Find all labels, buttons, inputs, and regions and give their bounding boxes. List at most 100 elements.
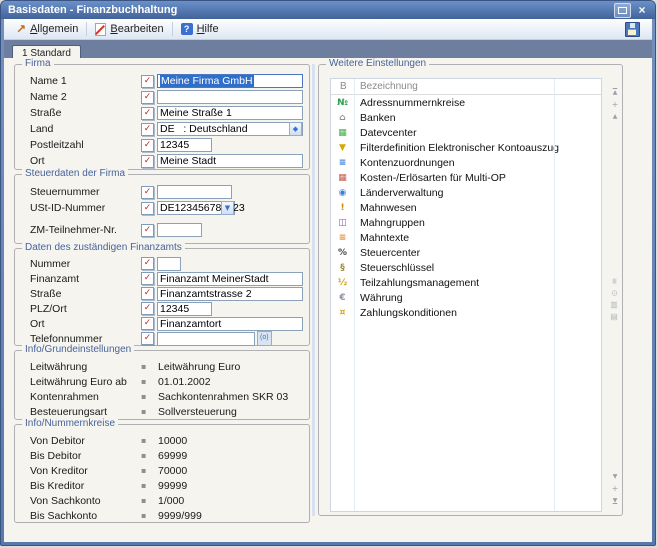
- column-header-bezeichnung[interactable]: Bezeichnung: [354, 81, 418, 92]
- fa-ort-check-icon[interactable]: ✓: [141, 317, 154, 330]
- menu-allgemein-label: Allgemein: [30, 23, 78, 35]
- bis-kreditor-value: 99999: [158, 480, 187, 492]
- sort-desc-icon[interactable]: ▥: [607, 310, 619, 324]
- steuernummer-check-icon[interactable]: ✓: [141, 186, 154, 199]
- dunning-icon: !: [331, 203, 354, 213]
- restore-icon[interactable]: [614, 3, 631, 18]
- scroll-up-icon[interactable]: ▲: [608, 111, 622, 123]
- fa-ort-input[interactable]: Finanzamtort: [157, 317, 303, 331]
- ustid-dropdown-icon[interactable]: ▼: [221, 201, 234, 215]
- move-down-icon[interactable]: +: [608, 483, 622, 495]
- zm-input[interactable]: [157, 223, 202, 237]
- settings-row-mahngruppen[interactable]: ◫ Mahngruppen: [331, 215, 601, 230]
- bullet-icon: ▪: [141, 377, 149, 386]
- settings-row-zahlungskonditionen[interactable]: ¤ Zahlungskonditionen: [331, 305, 601, 320]
- settings-row-teilzahlungsmanagement[interactable]: ½ Teilzahlungsmanagement: [331, 275, 601, 290]
- fa-nummer-check-icon[interactable]: ✓: [141, 257, 154, 270]
- menu-bearbeiten[interactable]: Bearbeiten: [89, 22, 169, 37]
- land-dropdown-icon[interactable]: ◆: [289, 122, 302, 136]
- settings-row-mahnwesen[interactable]: ! Mahnwesen: [331, 200, 601, 215]
- column-header-b[interactable]: B: [331, 81, 354, 92]
- zm-check-icon[interactable]: ✓: [141, 224, 154, 237]
- ustid-check-icon[interactable]: ✓: [141, 202, 154, 215]
- strasse-check-icon[interactable]: ✓: [141, 107, 154, 120]
- land-check-icon[interactable]: ✓: [141, 123, 154, 136]
- arrow-ne-icon: ↗: [16, 22, 26, 36]
- bullet-icon: ▪: [141, 392, 149, 401]
- settings-row-kosten-erloesarten[interactable]: ▦ Kosten-/Erlösarten für Multi-OP: [331, 170, 601, 185]
- settings-list: B Bezeichnung № Adressnummernkreise ⌂ Ba…: [330, 78, 602, 512]
- settings-row-steuerschluessel[interactable]: § Steuerschlüssel: [331, 260, 601, 275]
- datev-icon: ▦: [331, 128, 354, 138]
- settings-row-adressnummernkreise[interactable]: № Adressnummernkreise: [331, 95, 601, 110]
- menu-allgemein[interactable]: ↗ Allgemein: [10, 21, 84, 37]
- von-sachkonto-value: 1/000: [158, 495, 184, 507]
- window-body: ↗ Allgemein Bearbeiten ? Hilfe 1 Standar…: [4, 19, 652, 542]
- settings-row-datevcenter[interactable]: ▦ Datevcenter: [331, 125, 601, 140]
- settings-row-label: Filterdefinition Elektronischer Kontoaus…: [354, 142, 559, 154]
- telefon-check-icon[interactable]: ✓: [141, 332, 154, 345]
- settings-row-mahntexte[interactable]: ≡ Mahntexte: [331, 230, 601, 245]
- column-divider: [354, 79, 355, 511]
- plz-input[interactable]: 12345: [157, 138, 212, 152]
- ustid-combo[interactable]: DE123456789123 ▼: [157, 201, 235, 215]
- name2-check-icon[interactable]: ✓: [141, 91, 154, 104]
- fa-plz-input[interactable]: 12345: [157, 302, 212, 316]
- plz-check-icon[interactable]: ✓: [141, 139, 154, 152]
- fa-name-check-icon[interactable]: ✓: [141, 272, 154, 285]
- banks-icon: ⌂: [331, 113, 354, 123]
- settings-row-banken[interactable]: ⌂ Banken: [331, 110, 601, 125]
- leitwaehrung-ab-value: 01.01.2002: [158, 376, 211, 388]
- settings-row-label: Adressnummernkreise: [354, 97, 465, 109]
- ort-check-icon[interactable]: ✓: [141, 155, 154, 168]
- phone-dial-icon[interactable]: (o): [257, 331, 272, 346]
- land-select[interactable]: DE : Deutschland ◆: [157, 122, 303, 136]
- list-nav-top: ▲ + ▲: [608, 87, 622, 123]
- name1-check-icon[interactable]: ✓: [141, 75, 154, 88]
- fa-plz-check-icon[interactable]: ✓: [141, 302, 154, 315]
- scroll-to-bottom-icon[interactable]: ▼: [608, 495, 622, 507]
- move-up-icon[interactable]: +: [608, 99, 622, 111]
- bis-debitor-label: Bis Debitor: [30, 450, 141, 462]
- ustid-label: USt-ID-Nummer: [30, 202, 141, 214]
- settings-row-label: Länderverwaltung: [354, 187, 443, 199]
- fa-strasse-input[interactable]: Finanzamtstrasse 2: [157, 287, 303, 301]
- strasse-input[interactable]: Meine Straße 1: [157, 106, 303, 120]
- steuernummer-input[interactable]: [157, 185, 232, 199]
- scroll-down-icon[interactable]: ▼: [608, 471, 622, 483]
- cost-types-icon: ▦: [331, 173, 354, 183]
- app-window: Basisdaten - Finanzbuchhaltung × ↗ Allge…: [0, 0, 656, 546]
- settings-row-steuercenter[interactable]: % Steuercenter: [331, 245, 601, 260]
- settings-row-label: Steuerschlüssel: [354, 262, 434, 274]
- settings-row-laenderverwaltung[interactable]: ◉ Länderverwaltung: [331, 185, 601, 200]
- name1-input[interactable]: Meine Firma GmbH: [157, 74, 303, 88]
- list-nav-bottom: ▼ + ▼: [608, 471, 622, 507]
- kontenrahmen-label: Kontenrahmen: [30, 391, 141, 403]
- besteuerungsart-label: Besteuerungsart: [30, 406, 141, 418]
- fa-nummer-input[interactable]: [157, 257, 181, 271]
- telefon-label: Telefonnummer: [30, 333, 141, 345]
- settings-row-filterdefinition[interactable]: ▼ Filterdefinition Elektronischer Kontoa…: [331, 140, 601, 155]
- fieldset-nummernkreise-legend: Info/Nummernkreise: [22, 418, 118, 429]
- bullet-icon: ▪: [141, 481, 149, 490]
- dunning-texts-icon: ≡: [331, 233, 354, 243]
- settings-row-label: Mahnwesen: [354, 202, 417, 214]
- currency-icon: €: [331, 293, 354, 303]
- steuernummer-label: Steuernummer: [30, 186, 141, 198]
- menu-bearbeiten-label: Bearbeiten: [110, 23, 163, 35]
- close-icon[interactable]: ×: [636, 3, 648, 17]
- settings-row-waehrung[interactable]: € Währung: [331, 290, 601, 305]
- ort-input[interactable]: Meine Stadt: [157, 154, 303, 168]
- save-icon[interactable]: [625, 22, 640, 37]
- fieldset-firma-legend: Firma: [22, 58, 54, 69]
- name2-input[interactable]: [157, 90, 303, 104]
- fa-name-input[interactable]: Finanzamt MeinerStadt: [157, 272, 303, 286]
- fieldset-finanzamt: Daten des zuständigen Finanzamts Nummer …: [14, 248, 310, 346]
- menu-hilfe[interactable]: ? Hilfe: [175, 22, 225, 36]
- besteuerungsart-value: Sollversteuerung: [158, 406, 237, 418]
- telefon-input[interactable]: [157, 332, 255, 346]
- fa-strasse-check-icon[interactable]: ✓: [141, 287, 154, 300]
- scroll-to-top-icon[interactable]: ▲: [608, 87, 622, 99]
- settings-row-kontenzuordnungen[interactable]: ≡ Kontenzuordnungen: [331, 155, 601, 170]
- zm-label: ZM-Teilnehmer-Nr.: [30, 224, 141, 236]
